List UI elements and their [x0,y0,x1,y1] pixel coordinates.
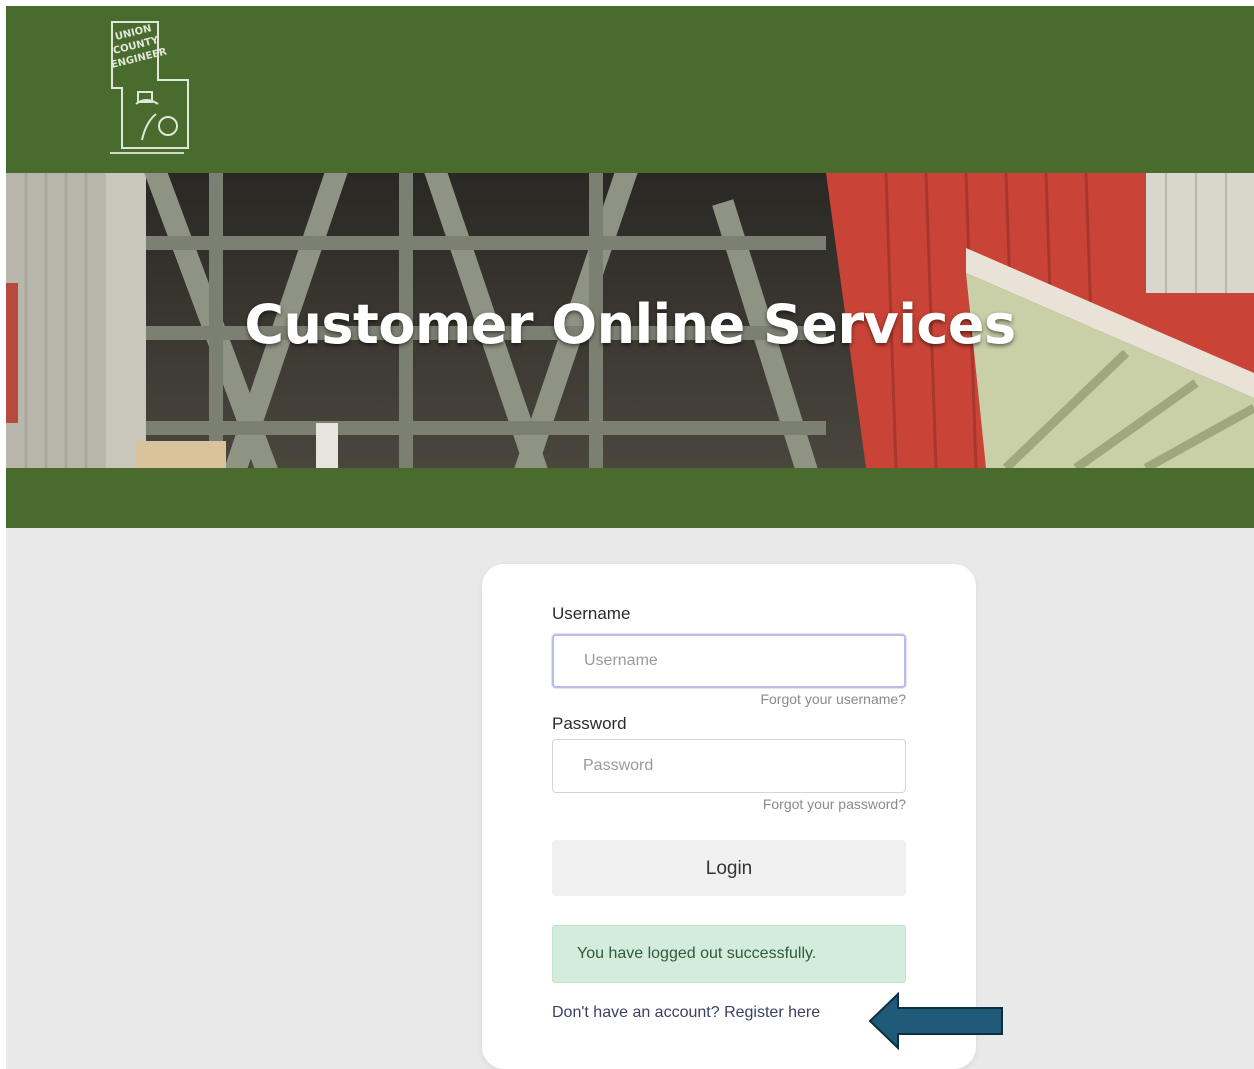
logout-success-alert: You have logged out successfully. [552,925,906,983]
hero-title: Customer Online Services [244,293,1016,356]
username-input[interactable] [552,634,906,688]
register-prompt-text: Don't have an account? [552,1004,720,1021]
login-button[interactable]: Login [552,840,906,896]
register-link[interactable]: Register here [724,1004,820,1021]
username-label: Username [552,604,631,623]
forgot-password-link[interactable]: Forgot your password? [763,796,906,812]
logo-graphic: UNION COUNTY ENGINEER [110,21,189,154]
site-header: UNION COUNTY ENGINEER [6,6,1254,173]
union-county-engineer-logo[interactable]: UNION COUNTY ENGINEER [102,18,194,156]
register-prompt: Don't have an account? Register here [552,1004,820,1022]
left-arrow-icon [868,991,1008,1051]
green-band [6,468,1254,528]
password-label: Password [552,714,627,733]
page-frame: UNION COUNTY ENGINEER Customer Online Se… [6,6,1254,1069]
logo-text: UNION COUNTY ENGINEER [110,23,168,71]
hero-banner: Customer Online Services [6,173,1254,468]
password-input[interactable] [552,739,906,793]
forgot-username-link[interactable]: Forgot your username? [760,691,906,707]
